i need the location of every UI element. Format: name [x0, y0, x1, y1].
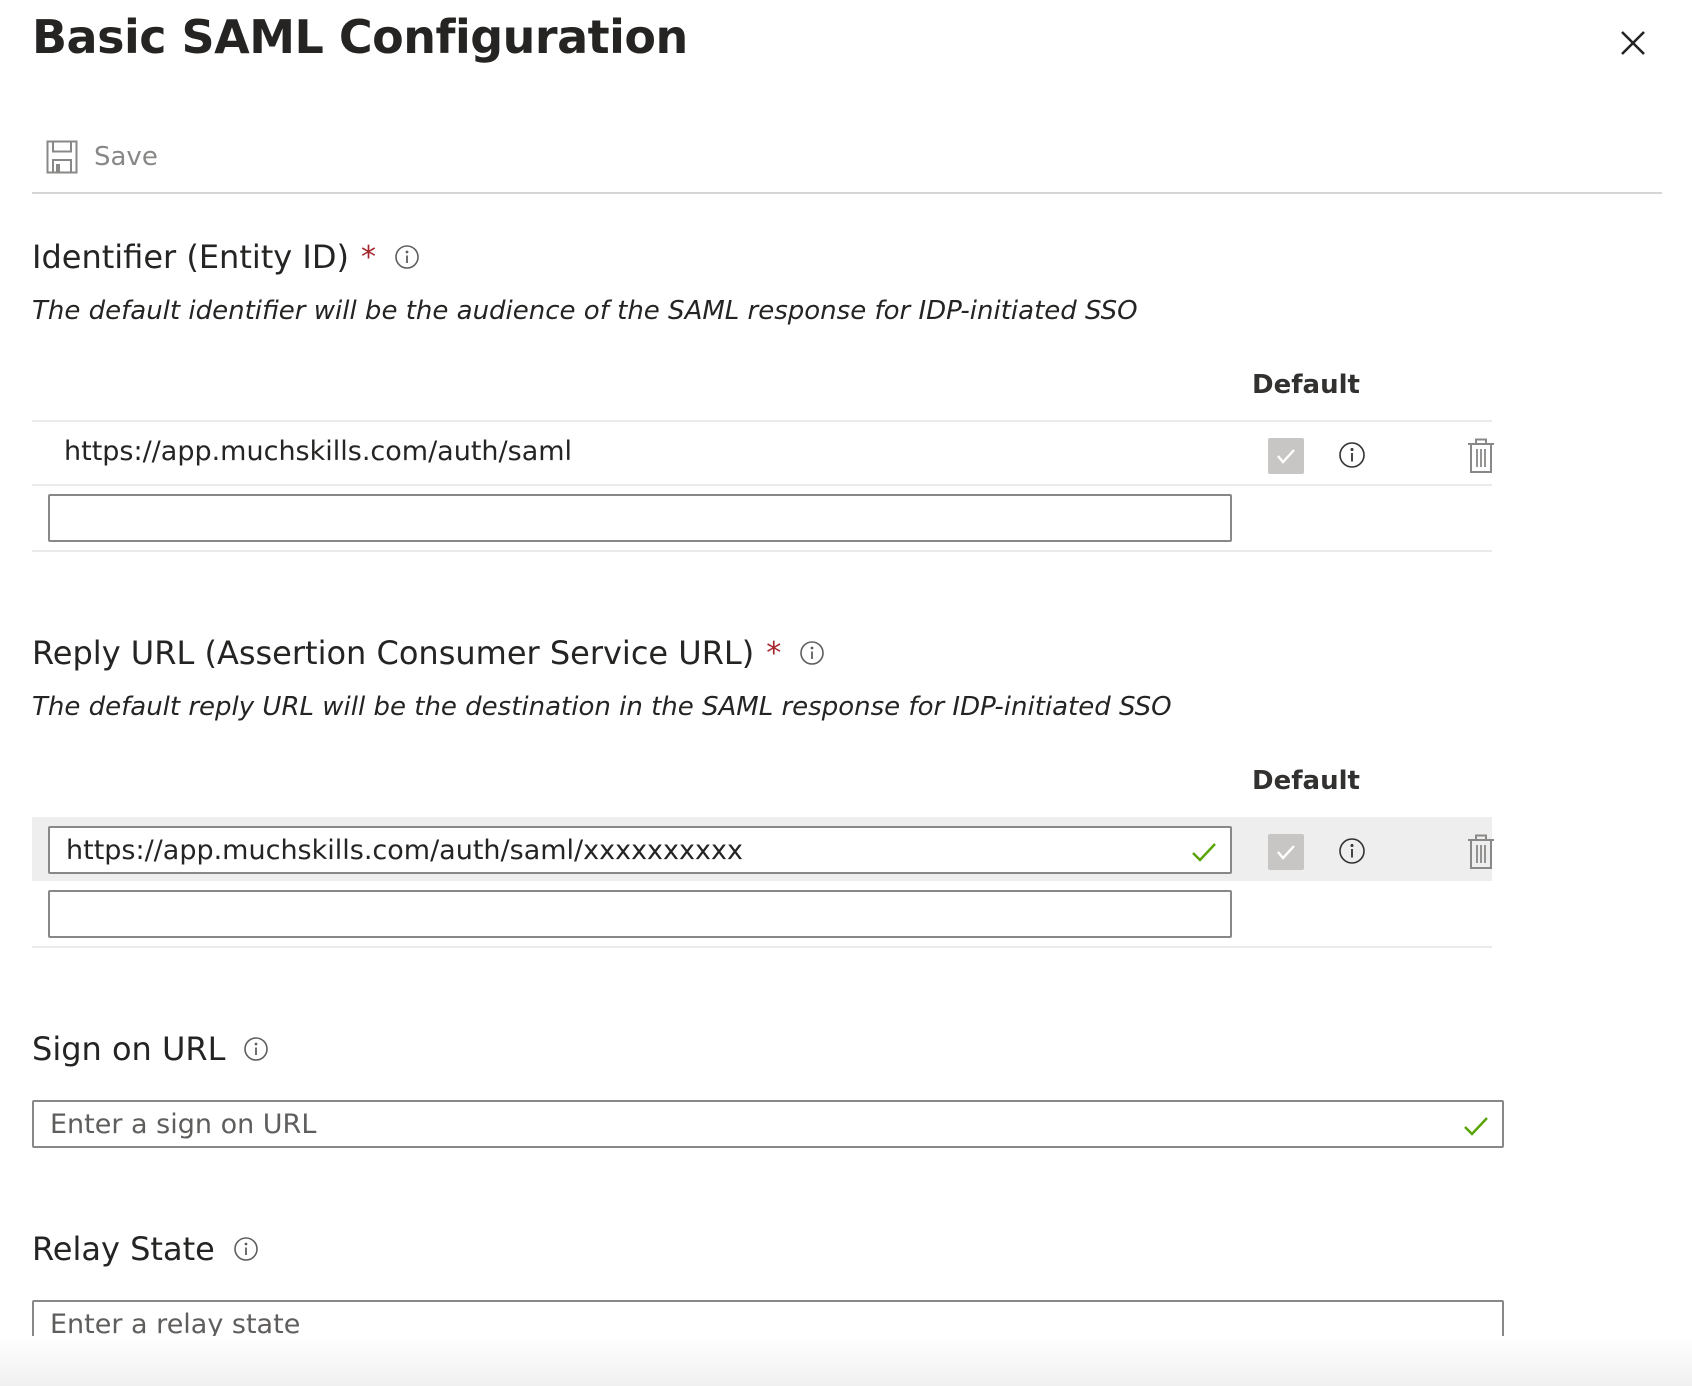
reply-url-title: Reply URL (Assertion Consumer Service UR… — [32, 634, 755, 672]
close-icon — [1621, 31, 1645, 55]
row-divider — [32, 420, 1492, 422]
default-checkbox[interactable] — [1268, 834, 1304, 870]
info-icon[interactable] — [799, 640, 825, 666]
row-divider — [32, 946, 1492, 948]
identifier-title-row: Identifier (Entity ID) * — [32, 238, 420, 276]
info-icon[interactable] — [1338, 837, 1366, 865]
info-icon[interactable] — [394, 244, 420, 270]
bottom-shadow — [0, 1336, 1692, 1386]
check-icon — [1192, 843, 1216, 862]
save-icon — [46, 140, 78, 174]
default-checkbox[interactable] — [1268, 438, 1304, 474]
reply-url-input[interactable]: https://app.muchskills.com/auth/saml/xxx… — [48, 826, 1232, 874]
check-icon — [1277, 845, 1295, 860]
info-icon[interactable] — [233, 1236, 259, 1262]
info-icon[interactable] — [1338, 441, 1366, 469]
reply-url-new-input[interactable] — [48, 890, 1232, 938]
row-divider — [32, 550, 1492, 552]
info-icon[interactable] — [243, 1036, 269, 1062]
row-divider — [32, 484, 1492, 486]
sign-on-url-title-row: Sign on URL — [32, 1030, 269, 1068]
relay-state-title: Relay State — [32, 1230, 215, 1268]
reply-url-title-row: Reply URL (Assertion Consumer Service UR… — [32, 634, 825, 672]
reply-url-help-text: The default reply URL will be the destin… — [32, 692, 1172, 722]
identifier-value[interactable]: https://app.muchskills.com/auth/saml — [64, 436, 572, 467]
save-label: Save — [94, 142, 158, 172]
save-button[interactable]: Save — [46, 137, 158, 177]
panel-title: Basic SAML Configuration — [32, 10, 688, 64]
close-button[interactable] — [1608, 18, 1656, 66]
identifier-help-text: The default identifier will be the audie… — [32, 296, 1138, 326]
reply-url-value: https://app.muchskills.com/auth/saml/xxx… — [66, 834, 743, 866]
command-bar: Save — [32, 130, 1662, 194]
sign-on-url-title: Sign on URL — [32, 1030, 226, 1068]
saml-config-panel: Basic SAML Configuration Save Identifier… — [0, 0, 1692, 1386]
identifier-new-input[interactable] — [48, 494, 1232, 542]
sign-on-url-placeholder: Enter a sign on URL — [50, 1108, 317, 1140]
check-icon — [1277, 449, 1295, 464]
relay-state-title-row: Relay State — [32, 1230, 259, 1268]
default-column-header: Default — [1252, 766, 1360, 796]
sign-on-url-input[interactable]: Enter a sign on URL — [32, 1100, 1504, 1148]
relay-state-placeholder: Enter a relay state — [50, 1308, 301, 1340]
trash-icon[interactable] — [1466, 834, 1496, 870]
required-indicator: * — [360, 239, 376, 275]
required-indicator: * — [766, 635, 782, 671]
default-column-header: Default — [1252, 370, 1360, 400]
trash-icon[interactable] — [1466, 438, 1496, 474]
check-icon — [1464, 1117, 1488, 1136]
identifier-title: Identifier (Entity ID) — [32, 238, 349, 276]
